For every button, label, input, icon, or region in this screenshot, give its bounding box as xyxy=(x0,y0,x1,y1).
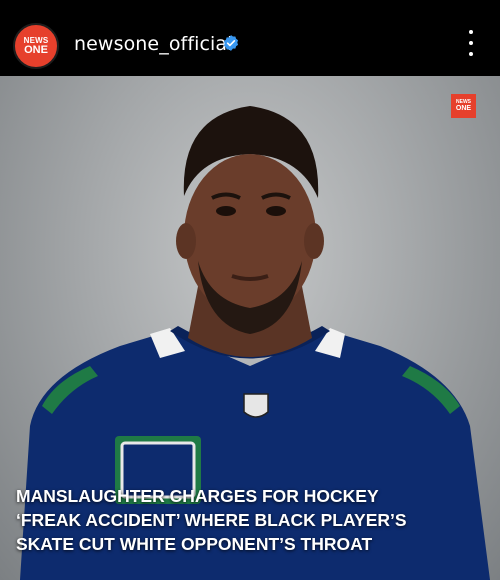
newsone-watermark-logo: NEWS ONE xyxy=(451,94,476,118)
avatar[interactable]: NEWS ONE xyxy=(13,23,59,69)
verified-badge-icon xyxy=(223,35,239,51)
headline-line-3: SKATE CUT WHITE OPPONENT’S THROAT xyxy=(16,534,373,554)
headline-line-1: MANSLAUGHTER CHARGES FOR HOCKEY xyxy=(16,486,379,506)
post-headline: MANSLAUGHTER CHARGES FOR HOCKEY ‘FREAK A… xyxy=(16,484,486,556)
post-header: NEWS ONE newsone_official xyxy=(0,0,500,76)
more-options-icon[interactable] xyxy=(462,30,480,56)
headline-line-2: ‘FREAK ACCIDENT’ WHERE BLACK PLAYER’S xyxy=(16,510,407,530)
avatar-text-one: ONE xyxy=(24,43,48,56)
watermark-text-one: ONE xyxy=(455,105,472,112)
post-image[interactable]: NEWS ONE MANSLAUGHTER CHARGES FOR HOCKEY… xyxy=(0,76,500,580)
username-link[interactable]: newsone_official xyxy=(74,33,233,55)
